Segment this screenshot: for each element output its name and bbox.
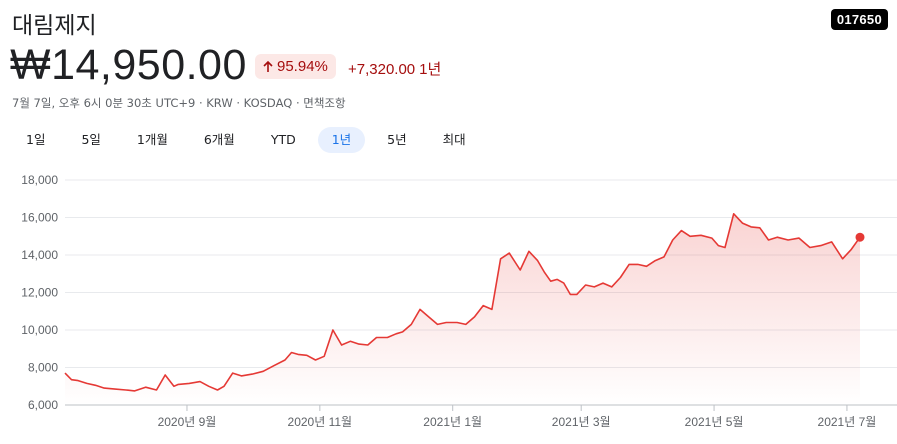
price-chart[interactable]: 6,000 8,000 10,000 12,000 14,000 16,000 18,000…: [0, 165, 897, 444]
range-tab-max[interactable]: 최대: [429, 127, 480, 153]
ticker-badge: 017650: [830, 9, 888, 30]
x-tick-label: 2021년 7월: [818, 415, 877, 429]
x-tick-label: 2021년 5월: [685, 415, 744, 429]
arrow-up-icon: [263, 60, 273, 72]
range-tab-5y[interactable]: 5년: [373, 127, 420, 153]
change-absolute-value: +7,320.00: [348, 61, 416, 78]
range-tab-1m[interactable]: 1개월: [123, 127, 182, 153]
x-tick-label: 2021년 3월: [552, 415, 611, 429]
y-tick-label: 10,000: [21, 323, 58, 337]
range-tab-1y[interactable]: 1년: [317, 127, 366, 153]
range-tab-5d[interactable]: 5일: [67, 127, 114, 153]
range-tab-1d[interactable]: 1일: [12, 127, 59, 153]
y-tick-label: 8,000: [28, 361, 58, 375]
x-tick-label: 2021년 1월: [423, 415, 482, 429]
range-tab-6m[interactable]: 6개월: [190, 127, 249, 153]
y-tick-label: 12,000: [21, 286, 58, 300]
last-price-marker: [855, 232, 865, 242]
x-tick-label: 2020년 9월: [158, 415, 217, 429]
change-absolute: +7,320.00 1년: [348, 58, 441, 79]
y-tick-label: 18,000: [21, 173, 58, 187]
change-period: 1년: [419, 61, 442, 78]
price-area-fill: [65, 213, 860, 405]
change-percent-badge: 95.94%: [255, 54, 336, 79]
y-tick-label: 16,000: [21, 211, 58, 225]
y-axis-labels: 6,000 8,000 10,000 12,000 14,000 16,000 18,000: [21, 173, 58, 412]
stock-name: 대림제지: [12, 13, 97, 39]
range-selector: 1일 5일 1개월 6개월 YTD 1년 5년 최대: [12, 127, 488, 153]
current-price: ₩14,950.00: [10, 41, 247, 89]
x-axis: 2020년 9월 2020년 11월 2021년 1월 2021년 3월 2021년 5…: [158, 405, 877, 429]
x-tick-label: 2020년 11월: [288, 415, 353, 429]
y-tick-label: 14,000: [21, 248, 58, 262]
change-percent: 95.94%: [277, 58, 328, 75]
range-tab-ytd[interactable]: YTD: [257, 127, 310, 153]
y-tick-label: 6,000: [28, 398, 58, 412]
quote-metadata[interactable]: 7월 7일, 오후 6시 0분 30초 UTC+9 · KRW · KOSDAQ…: [12, 95, 346, 111]
